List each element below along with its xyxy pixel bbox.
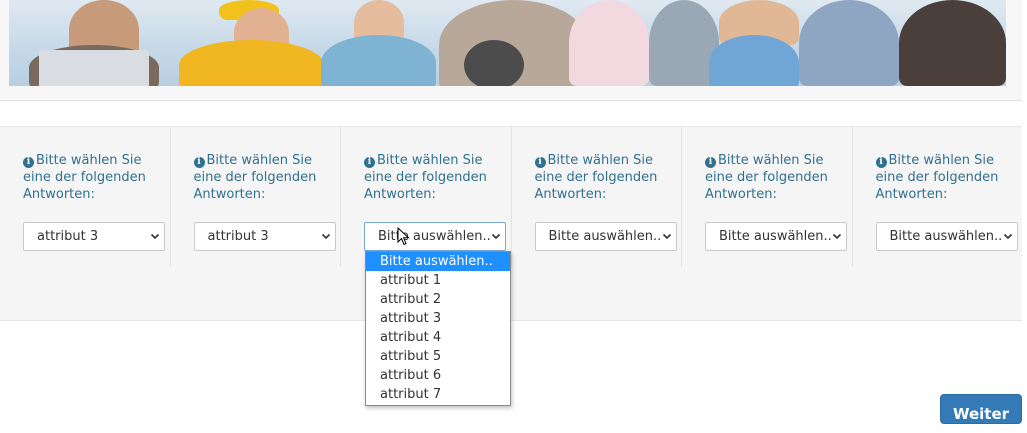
question-panel: i Bitte wählen Sie eine der folgenden Ant… <box>0 126 1022 321</box>
dropdown-option[interactable]: attribut 4 <box>366 328 510 347</box>
info-icon: i <box>534 157 546 168</box>
chevron-down-icon <box>150 233 160 240</box>
info-icon: i <box>364 157 375 168</box>
question-prompt: i Bitte wählen Sie eine der folgenden Ant… <box>705 153 828 202</box>
question-cell-5: i Bitte wählen Sie eine der folgenden Ant… <box>682 127 853 267</box>
dropdown-option[interactable]: attribut 3 <box>366 309 510 328</box>
question-cell-2: i Bitte wählen Sie eine der folgenden Ant… <box>171 127 341 267</box>
answer-select-2[interactable]: attribut 3 <box>193 222 336 251</box>
dropdown-option[interactable]: Bitte auswählen.. <box>366 252 510 271</box>
answer-select-3[interactable]: Bitte auswählen.. <box>364 222 506 251</box>
question-cell-4: i Bitte wählen Sie eine der folgenden Ant… <box>512 127 682 267</box>
info-icon: i <box>705 157 716 168</box>
dropdown-option[interactable]: attribut 2 <box>366 290 510 309</box>
question-prompt: i Bitte wählen Sie eine der folgenden Ant… <box>23 153 146 202</box>
question-prompt: i Bitte wählen Sie eine der folgenden Ant… <box>193 153 317 202</box>
answer-select-1[interactable]: attribut 3 <box>23 222 165 251</box>
question-prompt: i Bitte wählen Sie eine der folgenden Ant… <box>534 153 658 202</box>
question-cell-3: i Bitte wählen Sie eine der folgenden Ant… <box>341 127 512 267</box>
info-icon: i <box>193 157 205 168</box>
banner-image <box>9 0 1006 86</box>
answer-select-6[interactable]: Bitte auswählen.. <box>875 222 1018 251</box>
answer-dropdown-list: Bitte auswählen.. attribut 1 attribut 2 … <box>365 251 511 406</box>
info-icon: i <box>23 157 34 168</box>
answer-select-4[interactable]: Bitte auswählen.. <box>534 222 677 251</box>
dropdown-option[interactable]: attribut 5 <box>366 347 510 366</box>
answer-select-5[interactable]: Bitte auswählen.. <box>705 222 847 251</box>
dropdown-option[interactable]: attribut 6 <box>366 366 510 385</box>
question-row: i Bitte wählen Sie eine der folgenden Ant… <box>0 127 1022 267</box>
next-button[interactable]: Weiter <box>940 394 1022 424</box>
chevron-down-icon <box>832 233 842 240</box>
info-icon: i <box>875 157 887 168</box>
chevron-down-icon <box>321 233 330 240</box>
question-cell-1: i Bitte wählen Sie eine der folgenden Ant… <box>0 127 171 267</box>
chevron-down-icon <box>662 233 671 240</box>
chevron-down-icon <box>491 233 501 240</box>
question-prompt: i Bitte wählen Sie eine der folgenden Ant… <box>364 153 487 202</box>
dropdown-option[interactable]: attribut 7 <box>366 385 510 404</box>
chevron-down-icon <box>1003 233 1012 240</box>
question-prompt: i Bitte wählen Sie eine der folgenden Ant… <box>875 153 999 202</box>
dropdown-option[interactable]: attribut 1 <box>366 271 510 290</box>
banner-container <box>0 0 1022 101</box>
question-cell-6: i Bitte wählen Sie eine der folgenden Ant… <box>853 127 1023 267</box>
mouse-cursor-icon <box>397 227 410 246</box>
